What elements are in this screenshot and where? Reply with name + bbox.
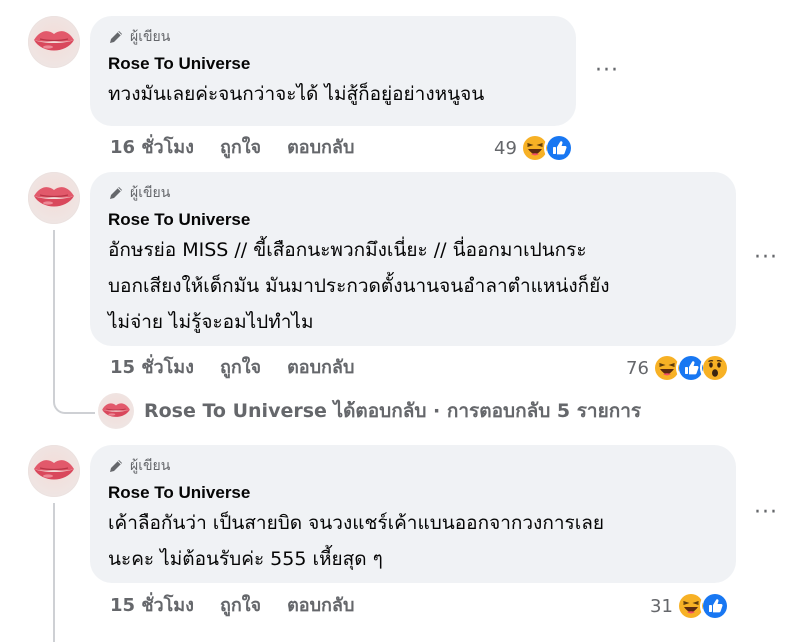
avatar[interactable] bbox=[28, 445, 80, 497]
comment-author[interactable]: Rose To Universe bbox=[108, 208, 718, 232]
comment-text: ทวงมันเลยค่ะจนกว่าจะได้ ไม่สู้ก็อยู่อย่า… bbox=[108, 83, 485, 105]
like-icon bbox=[543, 133, 574, 163]
comment-timestamp[interactable]: 15 ชั่วโมง bbox=[110, 353, 194, 383]
reaction-count: 31 bbox=[650, 595, 673, 617]
comment-actions: 16 ชั่วโมง ถูกใจ ตอบกลับ bbox=[110, 133, 354, 163]
comment-actions: 15 ชั่วโมง ถูกใจ ตอบกลับ bbox=[110, 591, 354, 621]
author-badge: ผู้เขียน bbox=[108, 182, 718, 204]
comment-text: เค้าลือกันว่า เป็นสายบิด จนวงแชร์เค้าแบน… bbox=[108, 512, 604, 570]
comment-bubble: ผู้เขียน Rose To Universe ทวงมันเลยค่ะจน… bbox=[90, 16, 576, 126]
like-button[interactable]: ถูกใจ bbox=[220, 133, 261, 163]
reaction-count: 76 bbox=[626, 357, 649, 379]
pen-icon bbox=[108, 29, 124, 45]
author-badge: ผู้เขียน bbox=[108, 455, 718, 477]
author-badge: ผู้เขียน bbox=[108, 26, 558, 48]
thread-connector bbox=[53, 370, 95, 414]
comment-author[interactable]: Rose To Universe bbox=[108, 481, 718, 505]
pen-icon bbox=[108, 185, 124, 201]
more-options-button[interactable]: ··· bbox=[592, 58, 622, 83]
comment-actions: 15 ชั่วโมง ถูกใจ ตอบกลับ bbox=[110, 353, 354, 383]
reply-button[interactable]: ตอบกลับ bbox=[287, 353, 354, 383]
author-badge-label: ผู้เขียน bbox=[130, 458, 171, 474]
reaction-summary[interactable]: 49 bbox=[494, 133, 574, 163]
reply-button[interactable]: ตอบกลับ bbox=[287, 133, 354, 163]
wow-icon bbox=[699, 353, 730, 383]
more-options-button[interactable]: ··· bbox=[751, 500, 781, 525]
like-button[interactable]: ถูกใจ bbox=[220, 591, 261, 621]
avatar bbox=[98, 393, 134, 429]
author-badge-label: ผู้เขียน bbox=[130, 185, 171, 201]
avatar[interactable] bbox=[28, 16, 80, 68]
like-button[interactable]: ถูกใจ bbox=[220, 353, 261, 383]
thread-line bbox=[53, 503, 55, 642]
pen-icon bbox=[108, 458, 124, 474]
comment-timestamp[interactable]: 16 ชั่วโมง bbox=[110, 133, 194, 163]
comment-timestamp[interactable]: 15 ชั่วโมง bbox=[110, 591, 194, 621]
view-replies-link[interactable]: Rose To Universe ได้ตอบกลับ · การตอบกลับ… bbox=[98, 393, 641, 429]
author-badge-label: ผู้เขียน bbox=[130, 29, 171, 45]
thread-line bbox=[53, 230, 55, 378]
reaction-count: 49 bbox=[494, 137, 517, 159]
comment-bubble: ผู้เขียน Rose To Universe เค้าลือกันว่า … bbox=[90, 445, 736, 583]
like-icon bbox=[699, 591, 730, 621]
avatar[interactable] bbox=[28, 172, 80, 224]
reply-button[interactable]: ตอบกลับ bbox=[287, 591, 354, 621]
comment-text: อักษรย่อ MISS // ขี้เสือกนะพวกมึงเนี่ยะ … bbox=[108, 239, 610, 333]
replies-summary-text[interactable]: Rose To Universe ได้ตอบกลับ · การตอบกลับ… bbox=[144, 396, 641, 426]
reaction-summary[interactable]: 31 bbox=[650, 591, 730, 621]
comment-bubble: ผู้เขียน Rose To Universe อักษรย่อ MISS … bbox=[90, 172, 736, 346]
more-options-button[interactable]: ··· bbox=[751, 245, 781, 270]
reaction-summary[interactable]: 76 bbox=[626, 353, 730, 383]
comment-author[interactable]: Rose To Universe bbox=[108, 52, 558, 76]
